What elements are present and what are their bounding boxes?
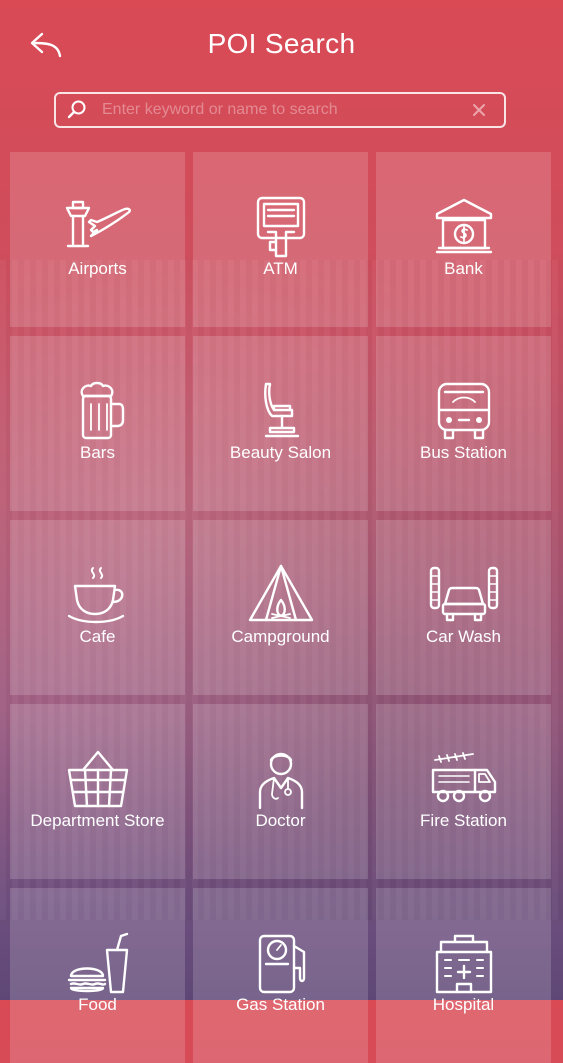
category-label: Bank	[444, 259, 483, 278]
car-wash-icon	[429, 566, 498, 622]
category-tile-bars[interactable]: Bars	[10, 336, 185, 511]
fast-food-icon	[67, 932, 128, 994]
category-label: Fire Station	[420, 811, 507, 830]
category-label: Cafe	[79, 627, 116, 646]
category-tile-bus-station[interactable]: Bus Station	[376, 336, 551, 511]
doctor-icon	[258, 752, 303, 810]
category-tile-gas-station[interactable]: Gas Station	[193, 888, 368, 1063]
airport-icon	[65, 200, 131, 248]
search-bar	[54, 92, 506, 128]
salon-chair-icon	[263, 382, 299, 438]
fire-truck-icon	[431, 752, 496, 803]
category-label: Airports	[68, 259, 127, 278]
coffee-cup-icon	[67, 567, 124, 624]
bus-icon	[437, 382, 490, 440]
category-tile-doctor[interactable]: Doctor	[193, 704, 368, 879]
category-grid: Airports ATM Bank Bars Beauty Salon Bus …	[10, 152, 551, 1063]
category-tile-atm[interactable]: ATM	[193, 152, 368, 327]
header: POI Search	[0, 0, 563, 90]
category-label: ATM	[263, 259, 298, 278]
gas-pump-icon	[258, 934, 305, 994]
category-label: Car Wash	[426, 627, 501, 646]
category-tile-food[interactable]: Food	[10, 888, 185, 1063]
beer-mug-icon	[80, 381, 124, 440]
bank-icon	[435, 198, 492, 254]
tent-icon	[248, 564, 313, 622]
category-label: Doctor	[255, 811, 306, 830]
category-label: Bars	[80, 443, 115, 462]
page-title: POI Search	[207, 28, 356, 59]
category-tile-car-wash[interactable]: Car Wash	[376, 520, 551, 695]
search-icon	[67, 100, 86, 119]
category-label: Gas Station	[236, 995, 325, 1014]
category-tile-airports[interactable]: Airports	[10, 152, 185, 327]
search-input[interactable]	[102, 101, 472, 119]
category-tile-hospital[interactable]: Hospital	[376, 888, 551, 1063]
category-tile-cafe[interactable]: Cafe	[10, 520, 185, 695]
category-tile-beauty-salon[interactable]: Beauty Salon	[193, 336, 368, 511]
hospital-icon	[435, 934, 492, 994]
atm-icon	[256, 196, 305, 258]
category-label: Hospital	[432, 995, 495, 1014]
shopping-basket-icon	[67, 750, 128, 808]
category-label: Food	[78, 995, 117, 1014]
category-tile-fire-station[interactable]: Fire Station	[376, 704, 551, 879]
close-icon[interactable]	[472, 103, 486, 117]
category-tile-department-store[interactable]: Department Store	[10, 704, 185, 879]
category-label: Department Store	[30, 811, 165, 830]
category-label: Beauty Salon	[229, 443, 332, 462]
category-label: Bus Station	[420, 443, 507, 462]
category-tile-campground[interactable]: Campground	[193, 520, 368, 695]
category-label: Campground	[231, 627, 330, 646]
category-tile-bank[interactable]: Bank	[376, 152, 551, 327]
